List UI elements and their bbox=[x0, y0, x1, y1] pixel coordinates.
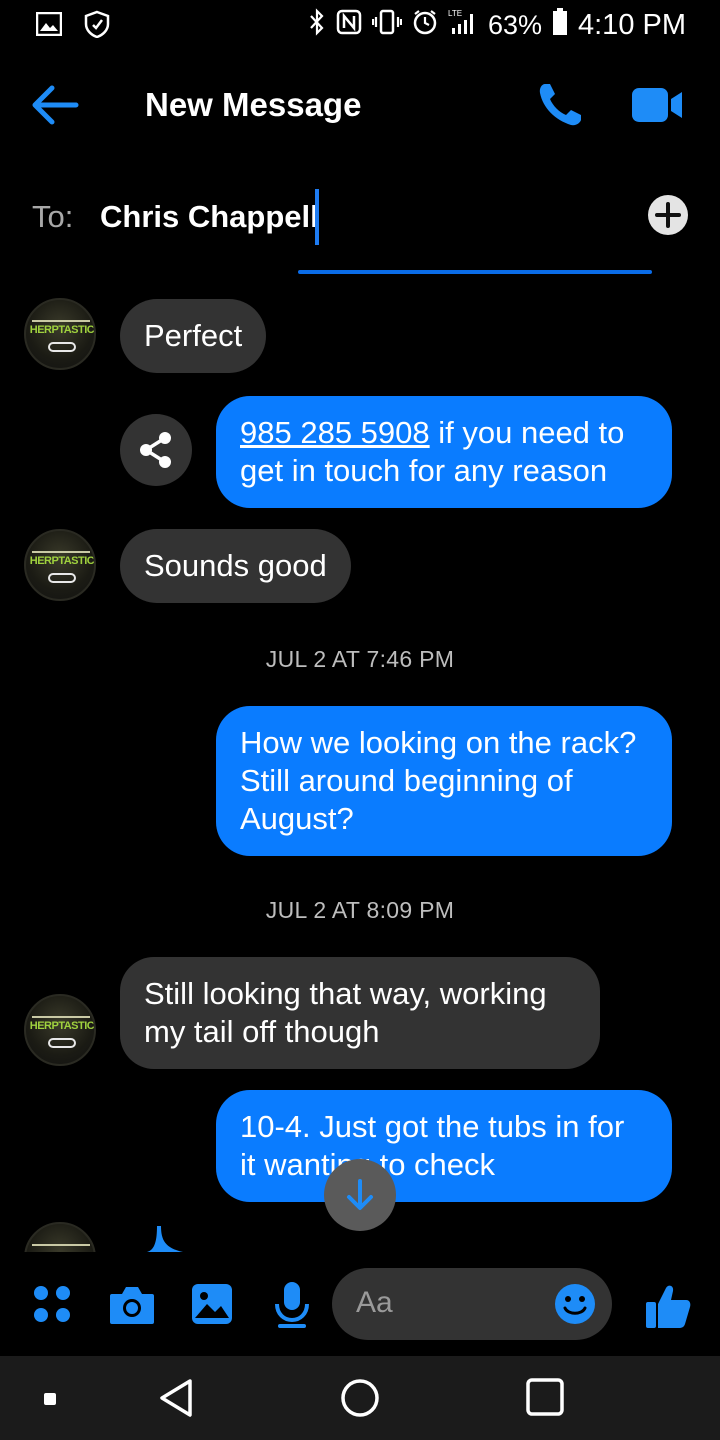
gecko-icon bbox=[48, 342, 76, 352]
phone-icon bbox=[539, 84, 581, 126]
thumbs-up-icon bbox=[646, 1285, 691, 1328]
header: New Message bbox=[0, 60, 720, 150]
timestamp: JUL 2 AT 8:09 PM bbox=[265, 897, 455, 923]
text-caret bbox=[315, 189, 319, 245]
battery-icon bbox=[552, 8, 568, 43]
emoji-button[interactable] bbox=[554, 1283, 596, 1325]
camera-button[interactable] bbox=[108, 1284, 156, 1331]
more-actions-button[interactable] bbox=[32, 1284, 72, 1329]
circle-home-icon bbox=[341, 1379, 379, 1417]
message-incoming[interactable]: Sounds good bbox=[120, 529, 351, 603]
triangle-back-icon bbox=[160, 1379, 192, 1417]
gecko-icon bbox=[48, 1038, 76, 1048]
status-bar: LTE 63% 4:10 PM bbox=[0, 0, 720, 50]
message-incoming[interactable]: Perfect bbox=[120, 299, 267, 373]
message-outgoing[interactable]: 10-4. Just got the tubs in for it wantin… bbox=[216, 1090, 672, 1202]
gallery-icon bbox=[192, 1284, 232, 1324]
message-composer: Aa bbox=[0, 1262, 720, 1348]
nav-recents-button[interactable] bbox=[526, 1378, 564, 1421]
video-call-button[interactable] bbox=[630, 86, 684, 124]
message-incoming[interactable]: Still looking that way, working my tail … bbox=[120, 957, 600, 1069]
microphone-icon bbox=[275, 1282, 309, 1328]
call-button[interactable] bbox=[535, 80, 585, 130]
square-recents-icon bbox=[526, 1378, 564, 1416]
nfc-icon bbox=[336, 9, 362, 42]
timestamp: JUL 2 AT 7:46 PM bbox=[265, 646, 455, 672]
phone-number-link[interactable]: 985 285 5908 bbox=[240, 415, 430, 450]
plus-icon bbox=[655, 202, 681, 228]
avatar[interactable]: HERPTASTIC bbox=[24, 529, 96, 601]
message-outgoing[interactable]: How we looking on the rack? Still around… bbox=[216, 706, 672, 856]
recipient-row: To: Chris Chappell bbox=[0, 185, 720, 251]
nav-back-button[interactable] bbox=[158, 1378, 194, 1423]
avatar[interactable]: HERPTASTIC bbox=[24, 994, 96, 1066]
voice-button[interactable] bbox=[272, 1280, 312, 1335]
image-icon bbox=[35, 11, 63, 41]
shield-icon bbox=[84, 10, 110, 43]
battery-percent: 63% bbox=[487, 10, 542, 40]
signal-icon: LTE bbox=[448, 8, 478, 43]
system-navigation-bar bbox=[0, 1356, 720, 1440]
message-placeholder: Aa bbox=[356, 1286, 393, 1319]
back-button[interactable] bbox=[30, 82, 80, 128]
svg-text:LTE: LTE bbox=[448, 9, 462, 18]
page-title: New Message bbox=[145, 86, 362, 123]
recipient-input[interactable]: Chris Chappell bbox=[100, 199, 319, 235]
to-label: To: bbox=[32, 199, 74, 234]
alarm-icon bbox=[412, 9, 438, 42]
typing-indicator bbox=[145, 1222, 185, 1252]
share-icon bbox=[140, 432, 171, 468]
camera-icon bbox=[110, 1287, 154, 1324]
menu-dots-icon bbox=[34, 1286, 70, 1322]
avatar-label: HERPTASTIC bbox=[29, 555, 95, 567]
avatar[interactable]: HERPTASTIC bbox=[24, 298, 96, 370]
recent-dot-icon bbox=[44, 1392, 56, 1410]
nav-home-button[interactable] bbox=[340, 1378, 380, 1423]
vibrate-icon bbox=[371, 9, 403, 42]
back-arrow-icon bbox=[32, 85, 79, 125]
suggestion-underline bbox=[298, 270, 652, 274]
status-time: 4:10 PM bbox=[578, 9, 686, 41]
arrow-down-icon bbox=[347, 1179, 373, 1210]
scroll-to-bottom-button[interactable] bbox=[324, 1159, 396, 1231]
gecko-icon bbox=[48, 573, 76, 583]
video-camera-icon bbox=[632, 88, 682, 122]
avatar-label: HERPTASTIC bbox=[29, 324, 95, 336]
add-recipient-button[interactable] bbox=[648, 195, 688, 235]
share-button[interactable] bbox=[120, 414, 192, 486]
emoji-icon bbox=[555, 1284, 595, 1324]
avatar bbox=[24, 1222, 96, 1252]
message-outgoing[interactable]: 985 285 5908 if you need to get in touch… bbox=[216, 396, 672, 508]
bluetooth-icon bbox=[308, 8, 326, 43]
avatar-label: HERPTASTIC bbox=[29, 1020, 95, 1032]
like-button[interactable] bbox=[644, 1282, 692, 1330]
gallery-button[interactable] bbox=[190, 1282, 234, 1331]
